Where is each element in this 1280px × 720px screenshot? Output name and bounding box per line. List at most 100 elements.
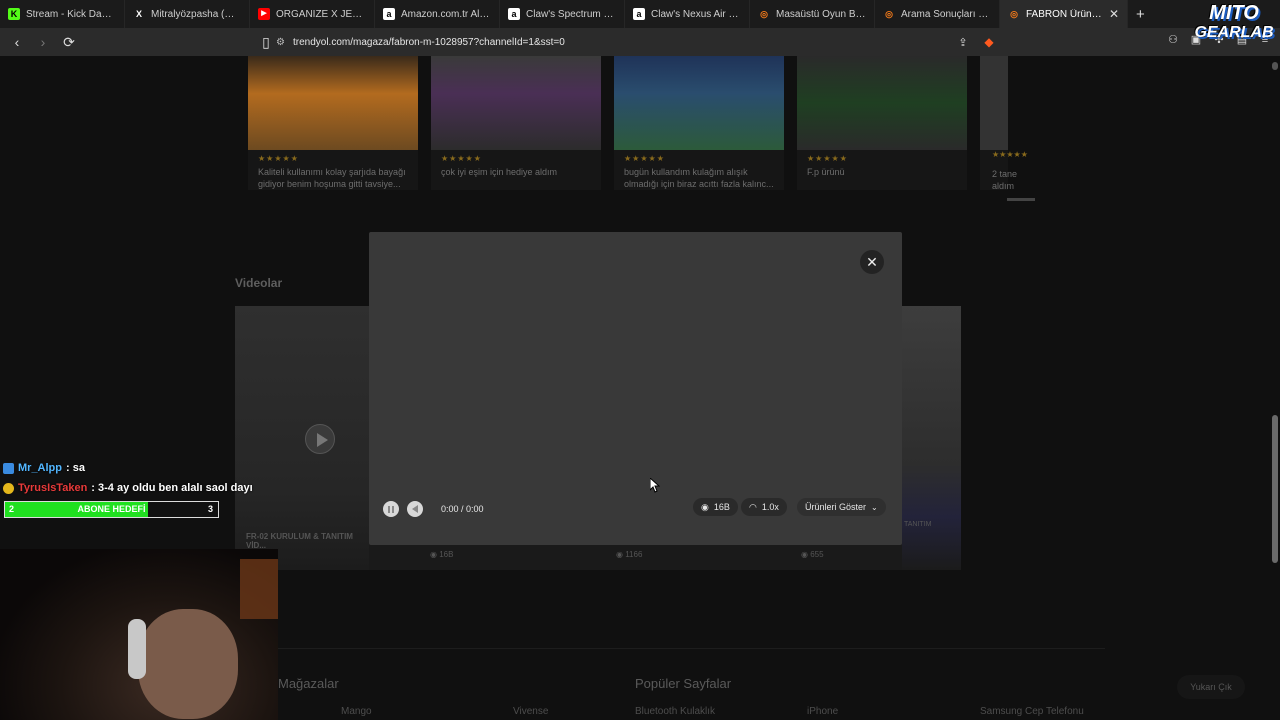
- new-tab-button[interactable]: +: [1128, 6, 1153, 23]
- tab-trendyol-2[interactable]: ◎ Arama Sonuçları - Trendyol: [875, 0, 1000, 28]
- review-text: F.p ürünü: [807, 167, 845, 177]
- tab-fabron-active[interactable]: ◎ FABRON Ürünleri, İndi... ✕: [1000, 0, 1128, 28]
- streamer-face: [138, 609, 238, 719]
- video-card[interactable]: FR-02 KURULUM & TANITIM VİD...: [235, 306, 369, 570]
- speed-text: 1.0x: [761, 502, 779, 512]
- site-info-icon[interactable]: ⚙: [276, 37, 285, 48]
- review-photo: [797, 56, 967, 150]
- review-card[interactable]: ★★★★★ çok iyi eşim için hediye aldım: [431, 56, 601, 190]
- reload-icon[interactable]: ⟳: [58, 31, 80, 53]
- volume-icon: [412, 505, 418, 513]
- eye-icon: ◉: [801, 550, 811, 559]
- review-text: çok iyi eşim için hediye aldım: [441, 167, 558, 177]
- chat-text: : sa: [66, 462, 85, 474]
- webcam-overlay: [0, 549, 278, 720]
- pause-button[interactable]: [383, 501, 399, 517]
- address-bar: ‹ › ⟳ ▯ ⚙ trendyol.com/magaza/fabron-m-1…: [0, 28, 1280, 56]
- tab-amazon-2[interactable]: a Claw's Spectrum K1 Fonksi...: [500, 0, 625, 28]
- chat-message: TyrusIsTaken : 3-4 ay oldu ben alalı sao…: [3, 478, 253, 498]
- tab-bar: K Stream - Kick Dashboard X Mitralyözpasha…: [0, 0, 1280, 28]
- trendyol-icon: ◎: [1010, 9, 1018, 19]
- tab-x[interactable]: X Mitralyözpasha (@Mitralyo...: [125, 0, 250, 28]
- view-count-text: 1166: [625, 550, 643, 559]
- forward-icon[interactable]: ›: [32, 31, 54, 53]
- tab-amazon-3[interactable]: a Claw's Nexus Air Kablosuz...: [625, 0, 750, 28]
- tab-label: FABRON Ürünleri, İndi...: [1026, 8, 1103, 20]
- speed-icon: ◠: [749, 501, 757, 512]
- review-carousel: ★★★★★ Kaliteli kullanımı kolay şarjıda b…: [248, 56, 1036, 190]
- mute-button[interactable]: [407, 501, 423, 517]
- logo-line1: MITO: [1209, 2, 1259, 24]
- tab-label: Stream - Kick Dashboard: [26, 8, 116, 20]
- user-badge-icon: [3, 462, 14, 474]
- headphones: [128, 619, 146, 679]
- view-count: ◉ 655: [801, 550, 824, 559]
- brave-shield-icon[interactable]: ◆: [978, 31, 1000, 53]
- review-card[interactable]: ★★★★★ bugün kullandım kulağım alışık olm…: [614, 56, 784, 190]
- pause-icon: [388, 505, 394, 513]
- review-text-partial: 2 tane aldım içinde tesel...: [992, 169, 1018, 194]
- close-icon: ✕: [866, 253, 878, 270]
- footer-link[interactable]: iPhone: [807, 706, 838, 717]
- tab-youtube[interactable]: ▶ ORGANIZE X JEFF REDD - ...: [250, 0, 375, 28]
- tab-label: Claw's Nexus Air Kablosuz...: [651, 8, 741, 20]
- tab-label: Claw's Spectrum K1 Fonksi...: [526, 8, 616, 20]
- eye-icon: ◉: [616, 550, 626, 559]
- scrollbar-top[interactable]: [1272, 62, 1278, 70]
- share-icon[interactable]: ⇪: [952, 31, 974, 53]
- tab-kick[interactable]: K Stream - Kick Dashboard: [0, 0, 125, 28]
- show-products-label: Ürünleri Göster: [805, 502, 867, 512]
- review-stars: ★★★★★: [624, 154, 665, 163]
- amazon-icon: a: [383, 8, 395, 20]
- tab-label: Amazon.com.tr Alışveriş Sit...: [401, 8, 491, 20]
- subscriber-goal-bar: 2 ABONE HEDEFİ 3: [4, 501, 219, 518]
- review-photo: [980, 56, 1008, 150]
- review-stars: ★★★★★: [258, 154, 299, 163]
- review-card[interactable]: ★★★★★ F.p ürünü: [797, 56, 967, 190]
- review-stars-partial: ★★★★★: [992, 150, 1028, 159]
- show-products-button[interactable]: Ürünleri Göster ⌄: [797, 498, 886, 516]
- time-display: 0:00 / 0:00: [441, 504, 484, 514]
- footer-link[interactable]: Bluetooth Kulaklık: [635, 706, 715, 717]
- review-photo: [614, 56, 784, 150]
- tab-trendyol[interactable]: ◎ Masaüstü Oyun Bilgisayarı...: [750, 0, 875, 28]
- user-badge-icon: [3, 482, 14, 494]
- amazon-icon: a: [508, 8, 520, 20]
- goal-target: 3: [207, 504, 213, 514]
- view-count: ◉ 16B: [430, 550, 453, 559]
- videos-heading: Videolar: [235, 276, 283, 290]
- page-scrollbar-thumb[interactable]: [1272, 415, 1278, 563]
- bookmark-icon[interactable]: ▯: [255, 31, 277, 53]
- review-card[interactable]: ★★★★★ Kaliteli kullanımı kolay şarjıda b…: [248, 56, 418, 190]
- close-button[interactable]: ✕: [860, 250, 884, 274]
- carousel-scrollbar[interactable]: [1007, 198, 1035, 201]
- chevron-down-icon: ⌄: [871, 502, 878, 512]
- tab-label: ORGANIZE X JEFF REDD - ...: [276, 8, 366, 20]
- youtube-icon: ▶: [258, 8, 270, 20]
- tab-label: Arama Sonuçları - Trendyol: [901, 8, 991, 20]
- scroll-to-top-button[interactable]: Yukarı Çık: [1177, 675, 1245, 699]
- stores-heading: Mağazalar: [278, 676, 339, 691]
- footer-link[interactable]: Mango: [341, 706, 372, 717]
- video-card[interactable]: TANITIM: [902, 306, 961, 570]
- footer-link[interactable]: Samsung Cep Telefonu: [980, 706, 1084, 717]
- review-text: Kaliteli kullanımı kolay şarjıda bayağı …: [258, 167, 406, 189]
- channel-logo: MITO GEARLAB: [1190, 2, 1278, 52]
- trendyol-icon: ◎: [760, 9, 768, 19]
- chat-message: Mr_Alpp : sa: [3, 458, 253, 478]
- views-badge: ◉ 16B: [693, 498, 738, 516]
- view-count-text: 655: [810, 550, 824, 559]
- footer-link[interactable]: Vivense: [513, 706, 548, 717]
- player-controls: 0:00 / 0:00 ◉ 16B ◠ 1.0x Ürünleri Göster ⌄: [383, 498, 888, 520]
- review-text: bugün kullandım kulağım alışık olmadığı …: [624, 167, 774, 189]
- review-photo: [431, 56, 601, 150]
- url-field[interactable]: ⚙ trendyol.com/magaza/fabron-m-1028957?c…: [276, 32, 1016, 52]
- extension-icon[interactable]: ⚇: [1166, 33, 1180, 47]
- close-tab-icon[interactable]: ✕: [1109, 7, 1119, 21]
- back-icon[interactable]: ‹: [6, 31, 28, 53]
- trendyol-icon: ◎: [885, 9, 893, 19]
- chat-username: TyrusIsTaken: [18, 482, 88, 494]
- tab-amazon[interactable]: a Amazon.com.tr Alışveriş Sit...: [375, 0, 500, 28]
- speed-button[interactable]: ◠ 1.0x: [741, 498, 787, 516]
- play-icon[interactable]: [305, 424, 335, 454]
